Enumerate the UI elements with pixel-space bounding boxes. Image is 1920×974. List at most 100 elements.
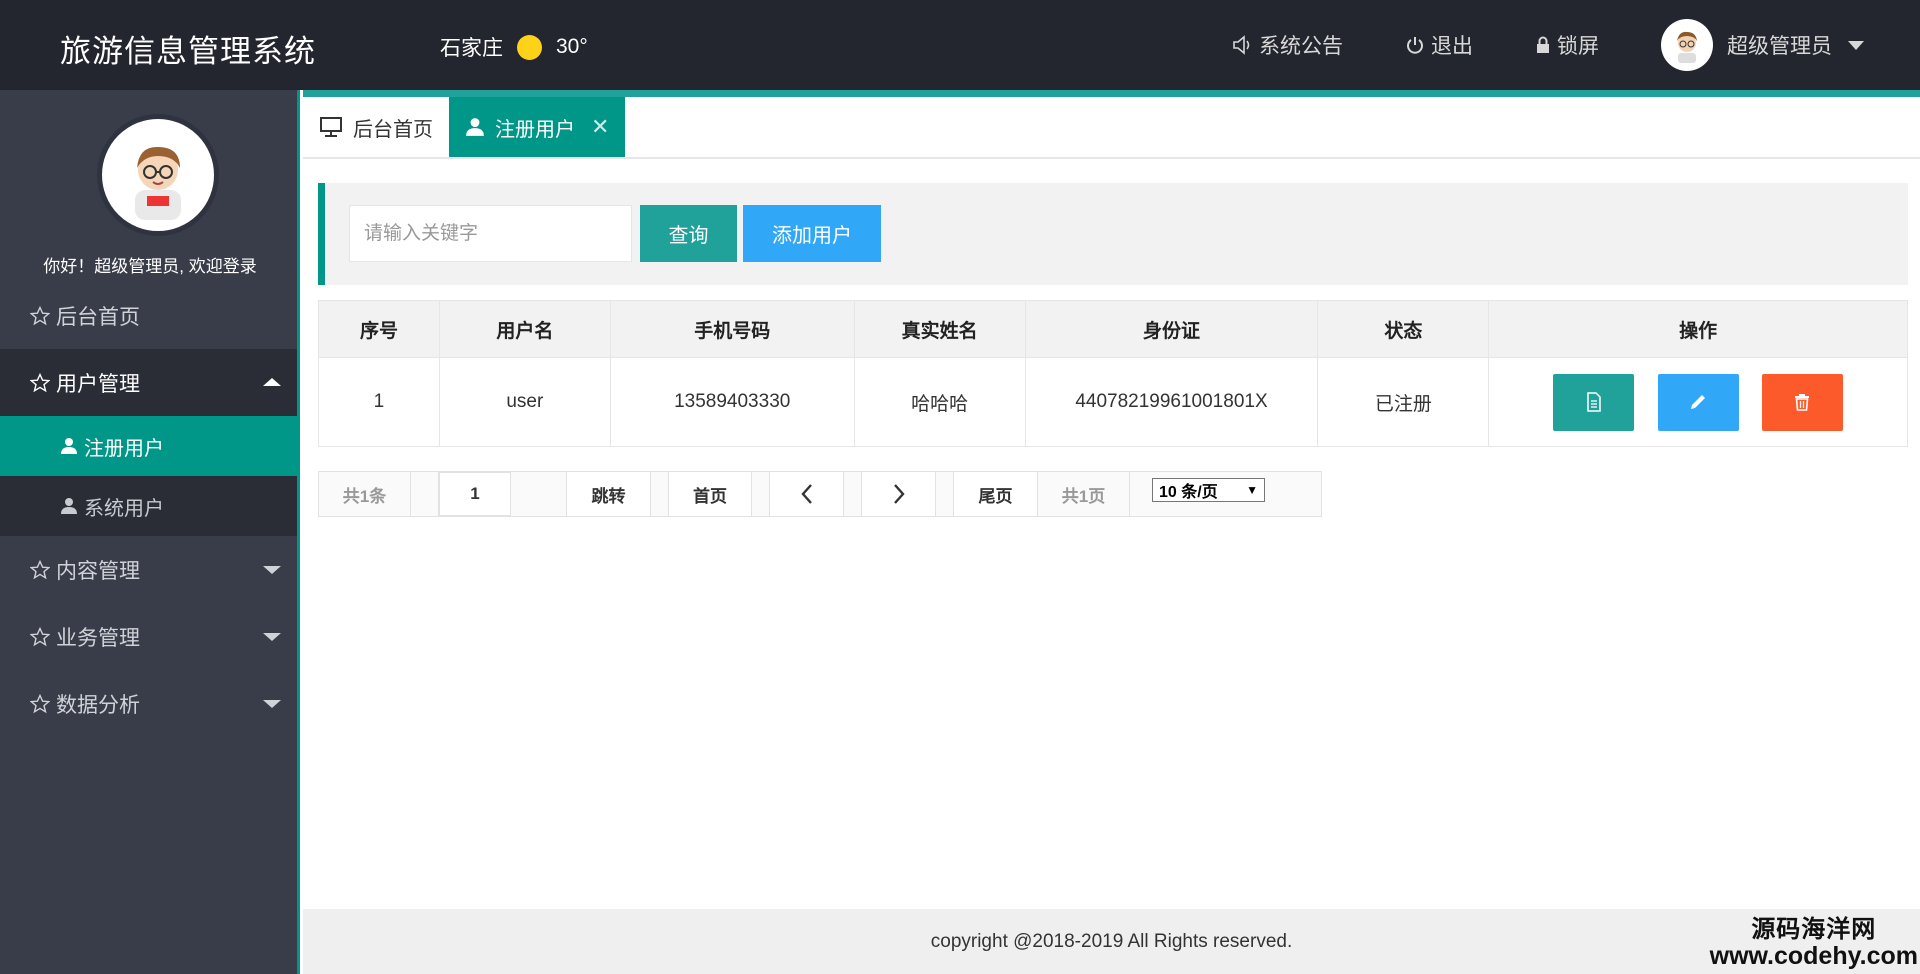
column-header: 用户名 [438,300,611,358]
chevron-down-icon [1848,40,1864,50]
page-size-select[interactable]: 10 条/页 ▼ [1152,478,1265,502]
watermark-url: www.codehy.com [1709,942,1918,970]
top-header: 旅游信息管理系统 石家庄 30° 系统公告 退出 锁屏 超级管理员 [0,0,1920,90]
watermark-title: 源码海洋网 [1751,916,1877,943]
user-icon [61,438,77,454]
pager-divider [844,472,862,516]
monitor-icon [320,117,342,137]
pencil-icon [1691,395,1706,409]
column-header: 序号 [318,300,440,358]
cell-index: 1 [318,357,440,447]
main-content: 后台首页 注册用户 ✕ 查询 添加用户 序号 用户名 手机号码 真实姓名 身份证… [303,90,1920,974]
chevron-down-icon [263,566,281,574]
sidebar-item-user-management[interactable]: 用户管理 [0,349,297,416]
column-header: 身份证 [1024,300,1319,358]
trash-icon [1795,394,1810,411]
sidebar-item-label: 用户管理 [56,372,140,396]
avatar [1661,19,1713,71]
watermark: 源码海洋网 www.codehy.com [1710,916,1918,970]
first-page-button[interactable]: 首页 [669,472,752,516]
column-header: 手机号码 [609,300,855,358]
cell-realname: 哈哈哈 [853,357,1026,447]
weather-widget: 石家庄 30° [440,32,588,62]
sidebar-item-registered-users[interactable]: 注册用户 [0,416,297,476]
close-icon[interactable]: ✕ [591,114,609,140]
star-icon [30,626,50,646]
sidebar-item-system-users[interactable]: 系统用户 [0,476,297,536]
chevron-down-icon [263,633,281,641]
sidebar-item-label: 后台首页 [56,305,140,329]
sidebar-item-data-analysis[interactable]: 数据分析 [0,670,297,737]
next-page-button[interactable] [862,472,936,516]
logout-label: 退出 [1431,35,1473,58]
delete-button[interactable] [1761,373,1843,431]
weather-temperature: 30° [556,35,588,58]
last-page-button[interactable]: 尾页 [954,472,1038,516]
cell-status: 已注册 [1317,357,1490,447]
pager-divider [936,472,954,516]
sidebar-item-label: 业务管理 [56,626,140,650]
chevron-left-icon [800,484,812,504]
dropdown-arrow-icon: ▼ [1246,483,1258,497]
star-icon [30,305,50,325]
page-number-input[interactable]: 1 [439,472,511,516]
star-icon [30,559,50,579]
cell-username: user [438,357,611,447]
search-toolbar: 查询 添加用户 [318,183,1908,285]
user-icon [61,498,77,514]
cell-idcard: 44078219961001801X [1024,357,1319,447]
speaker-icon [1233,35,1250,55]
prev-page-button[interactable] [770,472,844,516]
users-table: 序号 用户名 手机号码 真实姓名 身份证 状态 操作 1 user 135894… [318,300,1908,447]
sun-icon [517,34,542,60]
page-size-value: 10 条/页 [1159,484,1218,501]
user-icon [466,118,484,136]
search-input[interactable] [349,205,632,262]
column-header: 操作 [1488,300,1908,358]
weather-city: 石家庄 [440,37,503,60]
copyright-text: copyright @2018-2019 All Rights reserved… [930,930,1293,952]
pager-divider [411,472,439,516]
tab-bar: 后台首页 注册用户 ✕ [303,97,1920,159]
table-header-row: 序号 用户名 手机号码 真实姓名 身份证 状态 操作 [318,300,1908,358]
sidebar-item-label: 系统用户 [84,497,164,520]
sidebar-item-label: 数据分析 [56,693,140,717]
pagination: 共1条 1 跳转 首页 尾页 共1页 10 条/页 ▼ [318,471,1322,517]
tab-home[interactable]: 后台首页 [303,97,449,157]
lock-label: 锁屏 [1557,35,1599,58]
sidebar-submenu: 注册用户 系统用户 [0,416,297,536]
pager-total: 共1条 [319,472,411,516]
logout-link[interactable]: 退出 [1405,30,1473,60]
chevron-right-icon [893,484,905,504]
column-header: 真实姓名 [853,300,1026,358]
chevron-up-icon [263,378,281,386]
sidebar: 你好！超级管理员, 欢迎登录 后台首页 用户管理 注册用户 系统用户 内容管理 … [0,90,300,974]
sidebar-item-label: 注册用户 [84,437,164,460]
welcome-text: 你好！超级管理员, 欢迎登录 [43,257,257,276]
lock-screen-link[interactable]: 锁屏 [1535,30,1599,60]
pager-divider [511,472,567,516]
edit-button[interactable] [1657,373,1739,431]
pager-divider [651,472,669,516]
user-name: 超级管理员 [1727,35,1832,58]
add-user-button[interactable]: 添加用户 [743,205,881,262]
column-header: 状态 [1317,300,1490,358]
chevron-down-icon [263,700,281,708]
tab-registered-users[interactable]: 注册用户 ✕ [449,97,626,157]
notice-label: 系统公告 [1259,35,1343,58]
document-icon [1587,392,1601,412]
footer: copyright @2018-2019 All Rights reserved… [303,909,1920,974]
sidebar-item-content-management[interactable]: 内容管理 [0,536,297,603]
sidebar-item-business-management[interactable]: 业务管理 [0,603,297,670]
user-menu[interactable]: 超级管理员 [1661,19,1864,71]
sidebar-profile: 你好！超级管理员, 欢迎登录 [0,90,297,282]
cell-phone: 13589403330 [609,357,855,447]
jump-button[interactable]: 跳转 [567,472,651,516]
notice-link[interactable]: 系统公告 [1231,30,1343,60]
view-button[interactable] [1553,373,1635,431]
tab-label: 注册用户 [495,118,575,141]
tab-label: 后台首页 [353,118,433,141]
sidebar-item-home[interactable]: 后台首页 [0,282,297,349]
query-button[interactable]: 查询 [640,205,737,262]
power-icon [1407,37,1423,54]
